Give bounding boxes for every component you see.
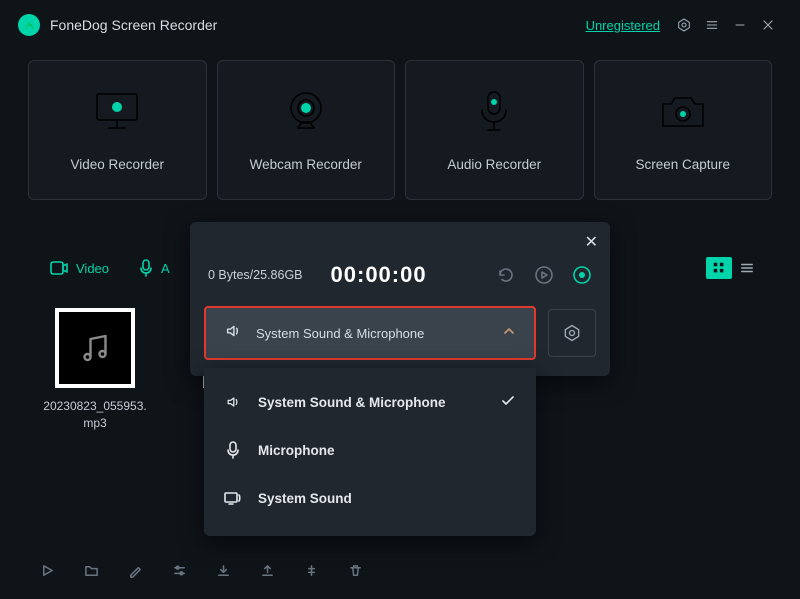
edit-icon[interactable] [124, 559, 146, 581]
mode-cards: Video Recorder Webcam Recorder Audio Rec… [0, 50, 800, 200]
export-icon[interactable] [256, 559, 278, 581]
tab-audio[interactable]: A [129, 259, 180, 277]
undo-icon[interactable] [496, 265, 516, 285]
mode-label: Audio Recorder [447, 157, 541, 172]
speaker-icon [224, 394, 242, 410]
camera-icon [657, 89, 709, 135]
check-icon [500, 393, 516, 412]
microphone-icon [474, 89, 514, 135]
source-selected-label: System Sound & Microphone [256, 326, 488, 341]
video-recorder-card[interactable]: Video Recorder [28, 60, 207, 200]
audio-source-dropdown[interactable]: System Sound & Microphone [204, 306, 536, 360]
timer: 00:00:00 [331, 262, 427, 288]
source-settings-button[interactable] [548, 309, 596, 357]
mode-label: Screen Capture [635, 157, 730, 172]
tab-video[interactable]: Video [40, 261, 119, 276]
option-microphone[interactable]: Microphone [204, 426, 536, 474]
screen-capture-card[interactable]: Screen Capture [594, 60, 773, 200]
mode-label: Webcam Recorder [250, 157, 362, 172]
option-label: Microphone [258, 443, 335, 458]
play-icon[interactable] [36, 559, 58, 581]
app-title: FoneDog Screen Recorder [50, 17, 586, 33]
minimize-icon[interactable] [726, 11, 754, 39]
tab-label: Video [76, 261, 109, 276]
convert-icon[interactable] [300, 559, 322, 581]
chevron-up-icon [502, 324, 516, 343]
trash-icon[interactable] [344, 559, 366, 581]
audio-source-options: System Sound & Microphone Microphone Sys… [204, 368, 536, 536]
webcam-recorder-card[interactable]: Webcam Recorder [217, 60, 396, 200]
system-sound-icon [224, 491, 242, 505]
menu-icon[interactable] [698, 11, 726, 39]
mode-label: Video Recorder [70, 157, 164, 172]
close-icon[interactable] [754, 11, 782, 39]
app-logo [18, 14, 40, 36]
filter-icon[interactable] [168, 559, 190, 581]
close-popup-button[interactable]: ✕ [585, 232, 598, 252]
option-label: System Sound [258, 491, 352, 506]
import-icon[interactable] [212, 559, 234, 581]
folder-icon[interactable] [80, 559, 102, 581]
gallery-item[interactable]: 20230823_055953.mp3 [40, 308, 150, 432]
panel-status-row: 0 Bytes/25.86GB 00:00:00 [190, 240, 610, 306]
unregistered-link[interactable]: Unregistered [586, 18, 660, 33]
list-view-button[interactable] [734, 257, 760, 279]
tab-label: A [161, 261, 170, 276]
speaker-icon [224, 322, 242, 345]
title-bar: FoneDog Screen Recorder Unregistered [0, 0, 800, 50]
option-system-sound[interactable]: System Sound [204, 474, 536, 522]
music-file-icon [55, 308, 135, 388]
storage-text: 0 Bytes/25.86GB [208, 268, 303, 282]
microphone-icon [224, 441, 242, 459]
file-name: 20230823_055953.mp3 [40, 398, 150, 432]
option-label: System Sound & Microphone [258, 395, 446, 410]
option-system-sound-and-microphone[interactable]: System Sound & Microphone [204, 378, 536, 426]
monitor-icon [91, 89, 143, 135]
audio-record-popup: ✕ 0 Bytes/25.86GB 00:00:00 System Sound … [190, 222, 610, 376]
play-circle-icon[interactable] [534, 265, 554, 285]
source-row: System Sound & Microphone [190, 306, 610, 376]
view-toggle [706, 257, 760, 279]
record-icon[interactable] [572, 265, 592, 285]
webcam-icon [282, 89, 330, 135]
audio-recorder-card[interactable]: Audio Recorder [405, 60, 584, 200]
bottom-toolbar [36, 559, 366, 581]
settings-icon[interactable] [670, 11, 698, 39]
grid-view-button[interactable] [706, 257, 732, 279]
